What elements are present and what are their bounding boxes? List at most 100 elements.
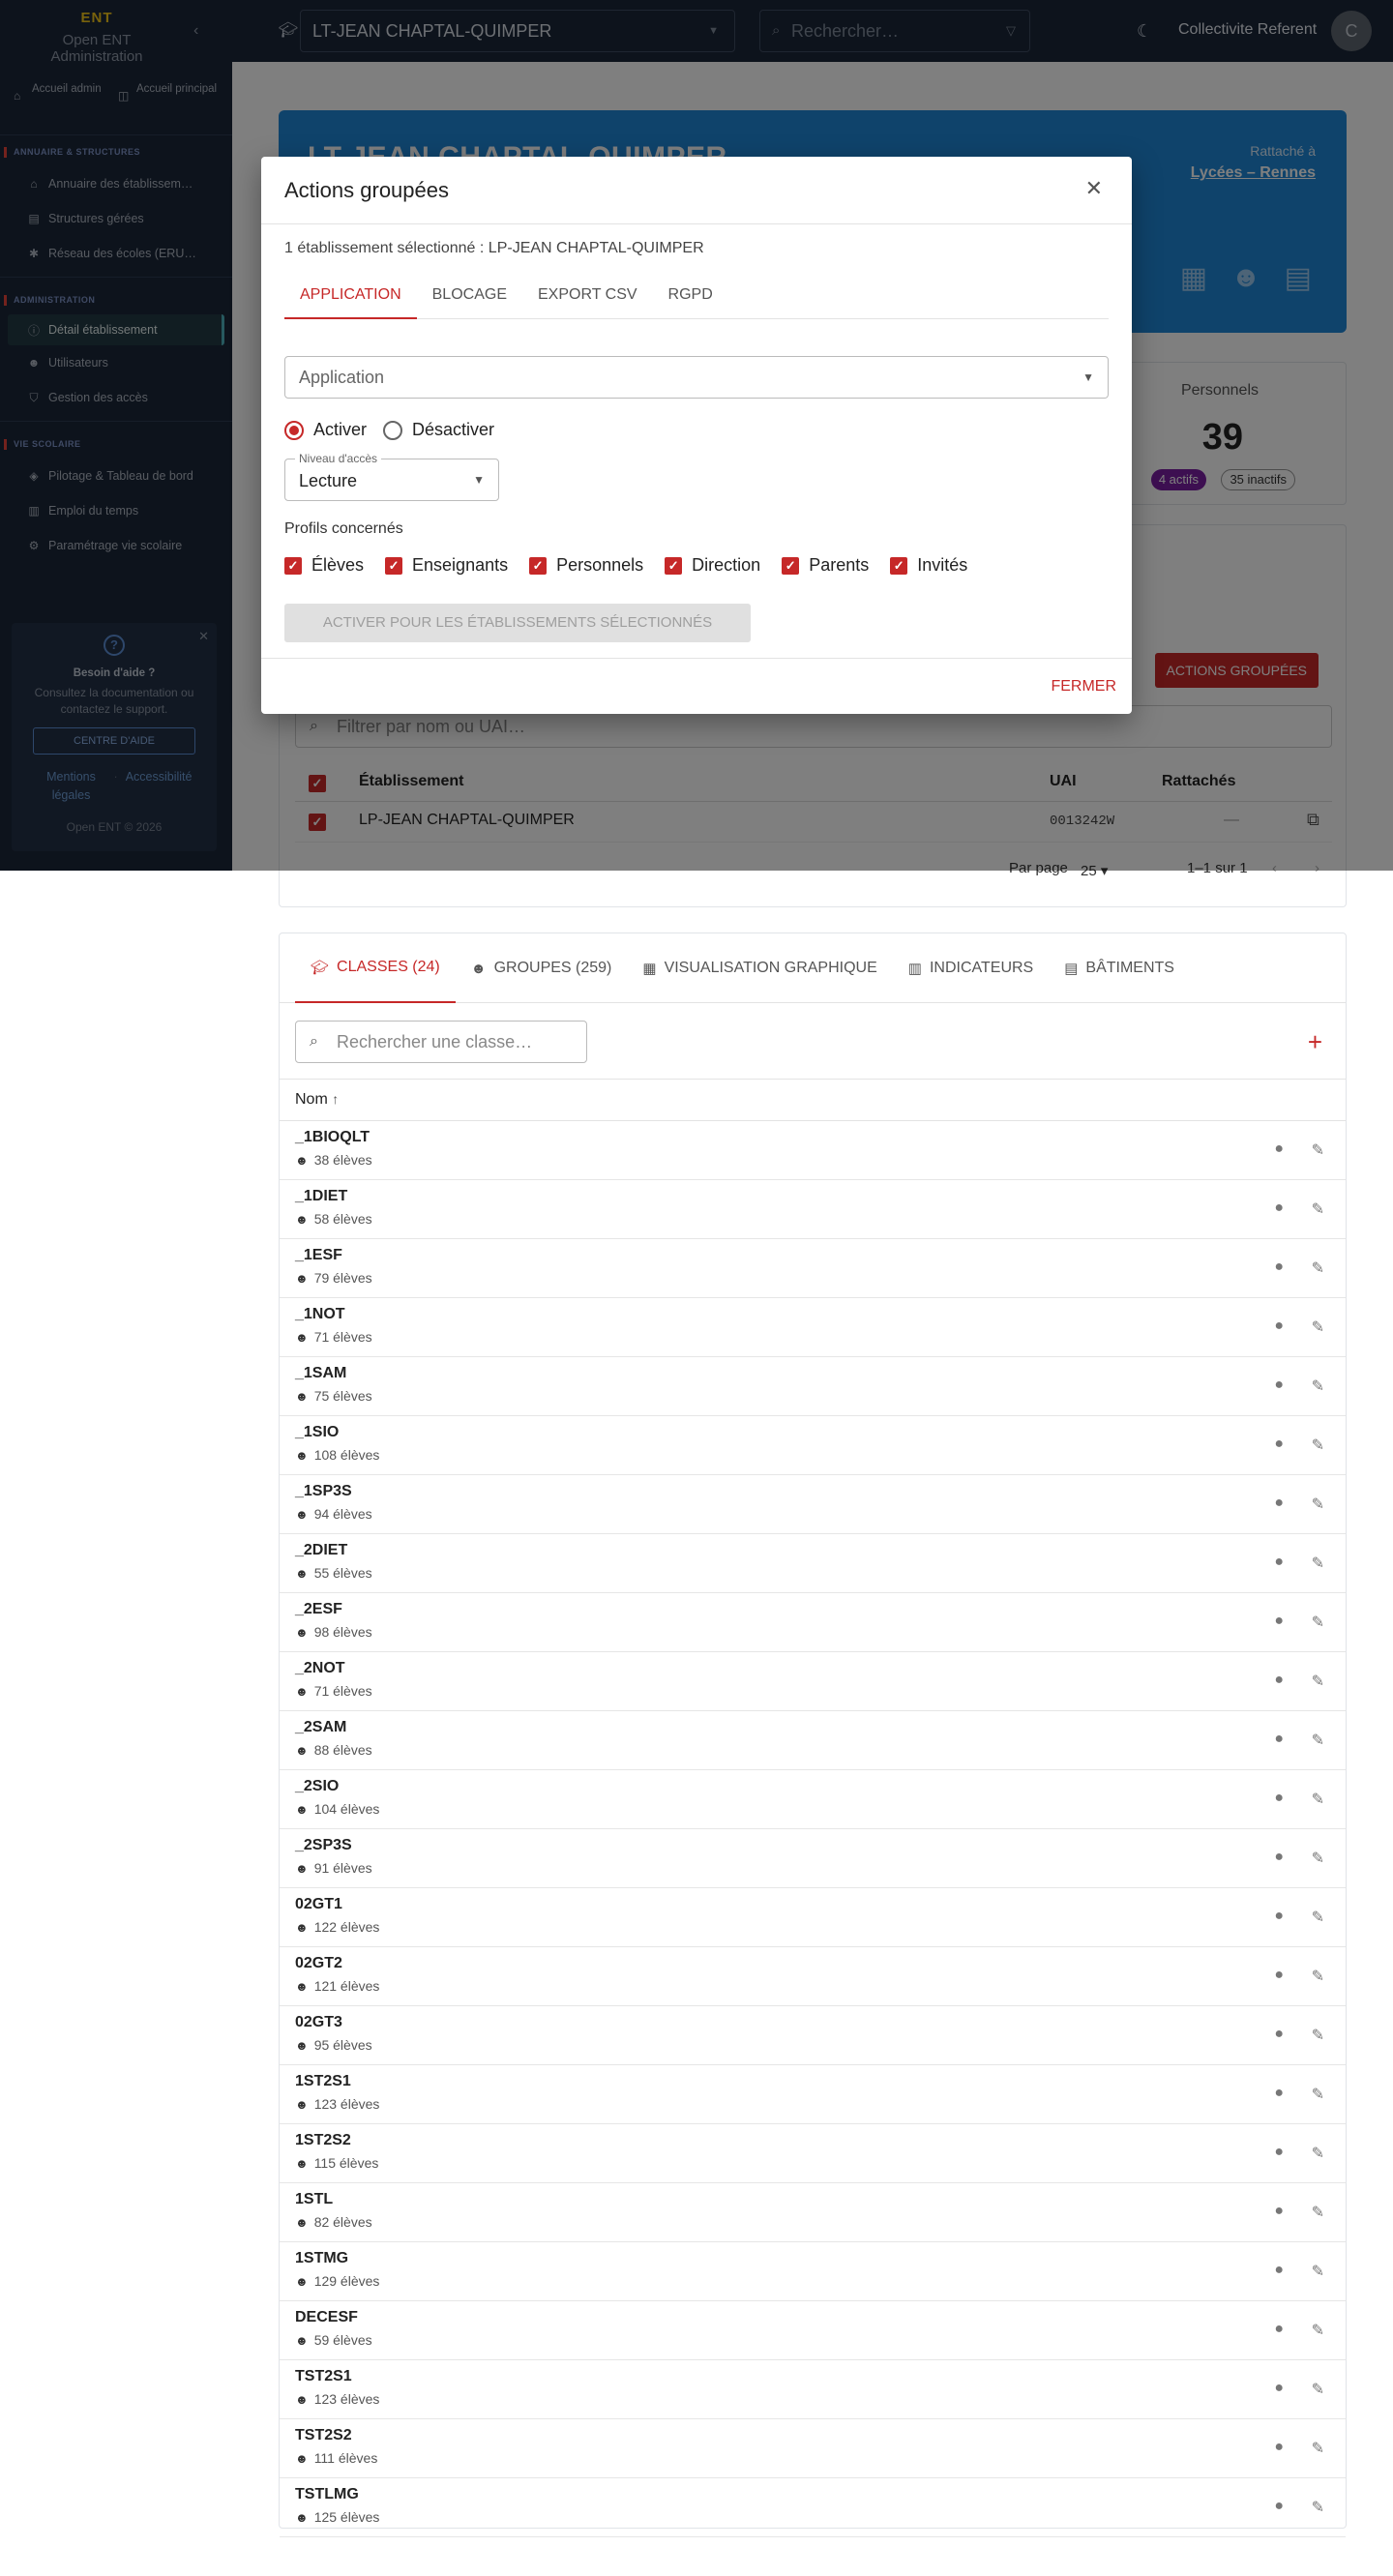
table-row[interactable]: 1STMG ☻ 129 élèves ● ✎ [280,2242,1346,2301]
edit-icon[interactable]: ✎ [1312,1199,1324,1219]
person-icon[interactable]: ● [1274,1908,1284,1925]
person-icon[interactable]: ● [1274,1495,1284,1512]
person-icon[interactable]: ● [1274,1849,1284,1866]
table-row[interactable]: _2SAM ☻ 88 élèves ● ✎ [280,1711,1346,1770]
edit-icon[interactable]: ✎ [1312,1495,1324,1514]
table-row[interactable]: TST2S1 ☻ 123 élèves ● ✎ [280,2360,1346,2419]
profile-checkbox[interactable]: ✓ Parents [782,555,869,576]
table-row[interactable]: _1BIOQLT ☻ 38 élèves ● ✎ [280,1121,1346,1180]
table-row[interactable]: DECESF ☻ 59 élèves ● ✎ [280,2301,1346,2360]
person-icon[interactable]: ● [1274,2203,1284,2220]
tab-visualisation[interactable]: ▦ VISUALISATION GRAPHIQUE [627,933,892,1003]
table-row[interactable]: _1SIO ☻ 108 élèves ● ✎ [280,1416,1346,1475]
edit-icon[interactable]: ✎ [1312,2498,1324,2517]
sort-asc-icon[interactable]: ↑ [332,1091,339,1107]
edit-icon[interactable]: ✎ [1312,1377,1324,1396]
edit-icon[interactable]: ✎ [1312,2203,1324,2222]
person-icon[interactable]: ● [1274,1377,1284,1394]
table-row[interactable]: 1ST2S1 ☻ 123 élèves ● ✎ [280,2065,1346,2124]
edit-icon[interactable]: ✎ [1312,1790,1324,1809]
tab-blocage[interactable]: BLOCAGE [417,277,522,319]
person-icon[interactable]: ● [1274,1731,1284,1748]
person-icon[interactable]: ● [1274,1318,1284,1335]
access-level-select[interactable]: Niveau d'accès Lecture ▼ [284,452,499,501]
edit-icon[interactable]: ✎ [1312,2439,1324,2458]
tab-application[interactable]: APPLICATION [284,277,417,319]
edit-icon[interactable]: ✎ [1312,1967,1324,1986]
person-icon[interactable]: ● [1274,2321,1284,2338]
table-row[interactable]: 1ST2S2 ☻ 115 élèves ● ✎ [280,2124,1346,2183]
tab-groupes[interactable]: ☻ GROUPES (259) [456,933,628,1003]
class-count: ☻ 38 élèves [295,1152,372,1168]
person-icon[interactable]: ● [1274,1140,1284,1158]
edit-icon[interactable]: ✎ [1312,2380,1324,2399]
person-icon[interactable]: ● [1274,2026,1284,2043]
person-icon[interactable]: ● [1274,1199,1284,1217]
profile-checkbox[interactable]: ✓ Élèves [284,555,364,576]
edit-icon[interactable]: ✎ [1312,2085,1324,2104]
edit-icon[interactable]: ✎ [1312,2144,1324,2163]
table-row[interactable]: 02GT2 ☻ 121 élèves ● ✎ [280,1947,1346,2006]
person-icon[interactable]: ● [1274,2262,1284,2279]
edit-icon[interactable]: ✎ [1312,1554,1324,1573]
person-icon[interactable]: ● [1274,2380,1284,2397]
edit-icon[interactable]: ✎ [1312,1849,1324,1868]
table-row[interactable]: _2ESF ☻ 98 élèves ● ✎ [280,1593,1346,1652]
profile-checkbox[interactable]: ✓ Direction [665,555,760,576]
table-row[interactable]: 02GT3 ☻ 95 élèves ● ✎ [280,2006,1346,2065]
application-select[interactable]: Application ▼ [284,356,1109,399]
table-row[interactable]: _2NOT ☻ 71 élèves ● ✎ [280,1652,1346,1711]
person-icon[interactable]: ● [1274,1258,1284,1276]
edit-icon[interactable]: ✎ [1312,1672,1324,1691]
radio-activate[interactable]: Activer [284,420,367,440]
person-icon[interactable]: ● [1274,1672,1284,1689]
edit-icon[interactable]: ✎ [1312,2321,1324,2340]
table-row[interactable]: TST2S2 ☻ 111 élèves ● ✎ [280,2419,1346,2478]
profile-checkbox[interactable]: ✓ Invités [890,555,967,576]
tab-indicateurs[interactable]: ▥ INDICATEURS [893,933,1049,1003]
table-row[interactable]: _2DIET ☻ 55 élèves ● ✎ [280,1534,1346,1593]
table-row[interactable]: _2SP3S ☻ 91 élèves ● ✎ [280,1829,1346,1888]
edit-icon[interactable]: ✎ [1312,1318,1324,1337]
table-row[interactable]: _1NOT ☻ 71 élèves ● ✎ [280,1298,1346,1357]
edit-icon[interactable]: ✎ [1312,1731,1324,1750]
profile-checkbox[interactable]: ✓ Personnels [529,555,643,576]
edit-icon[interactable]: ✎ [1312,2026,1324,2045]
person-icon[interactable]: ● [1274,1436,1284,1453]
person-icon[interactable]: ● [1274,2085,1284,2102]
edit-icon[interactable]: ✎ [1312,1436,1324,1455]
table-row[interactable]: _1ESF ☻ 79 élèves ● ✎ [280,1239,1346,1298]
table-row[interactable]: TSTLMG ☻ 125 élèves ● ✎ [280,2478,1346,2537]
add-class-button[interactable]: + [1308,1024,1322,1059]
person-icon[interactable]: ● [1274,1554,1284,1571]
table-row[interactable]: _1DIET ☻ 58 élèves ● ✎ [280,1180,1346,1239]
edit-icon[interactable]: ✎ [1312,1613,1324,1632]
edit-icon[interactable]: ✎ [1312,2262,1324,2281]
table-row[interactable]: 1STL ☻ 82 élèves ● ✎ [280,2183,1346,2242]
tab-classes[interactable]: 🎓︎ CLASSES (24) [295,933,456,1003]
edit-icon[interactable]: ✎ [1312,1908,1324,1927]
edit-icon[interactable]: ✎ [1312,1140,1324,1160]
table-row[interactable]: 02GT1 ☻ 122 élèves ● ✎ [280,1888,1346,1947]
activate-selected-button[interactable]: Activer pour les établissements sélectio… [284,604,751,642]
tab-export-csv[interactable]: EXPORT CSV [522,277,653,319]
person-icon[interactable]: ● [1274,1967,1284,1984]
radio-deactivate[interactable]: Désactiver [383,420,494,440]
table-row[interactable]: _1SAM ☻ 75 élèves ● ✎ [280,1357,1346,1416]
profile-checkbox[interactable]: ✓ Enseignants [385,555,508,576]
edit-icon[interactable]: ✎ [1312,1258,1324,1278]
classes-table-header[interactable]: Nom ↑ [280,1079,1346,1121]
person-icon[interactable]: ● [1274,2498,1284,2515]
tab-rgpd[interactable]: RGPD [653,277,728,319]
class-search-input[interactable]: ⌕ Rechercher une classe… [295,1021,587,1063]
search-icon: ⌕ [310,1033,318,1050]
close-icon[interactable]: ✕ [1085,176,1103,201]
person-icon[interactable]: ● [1274,1613,1284,1630]
person-icon[interactable]: ● [1274,2144,1284,2161]
tab-batiments[interactable]: ▤ BÂTIMENTS [1049,933,1190,1003]
close-button[interactable]: FERMER [1051,678,1116,696]
person-icon[interactable]: ● [1274,1790,1284,1807]
person-icon[interactable]: ● [1274,2439,1284,2456]
table-row[interactable]: _2SIO ☻ 104 élèves ● ✎ [280,1770,1346,1829]
table-row[interactable]: _1SP3S ☻ 94 élèves ● ✎ [280,1475,1346,1534]
